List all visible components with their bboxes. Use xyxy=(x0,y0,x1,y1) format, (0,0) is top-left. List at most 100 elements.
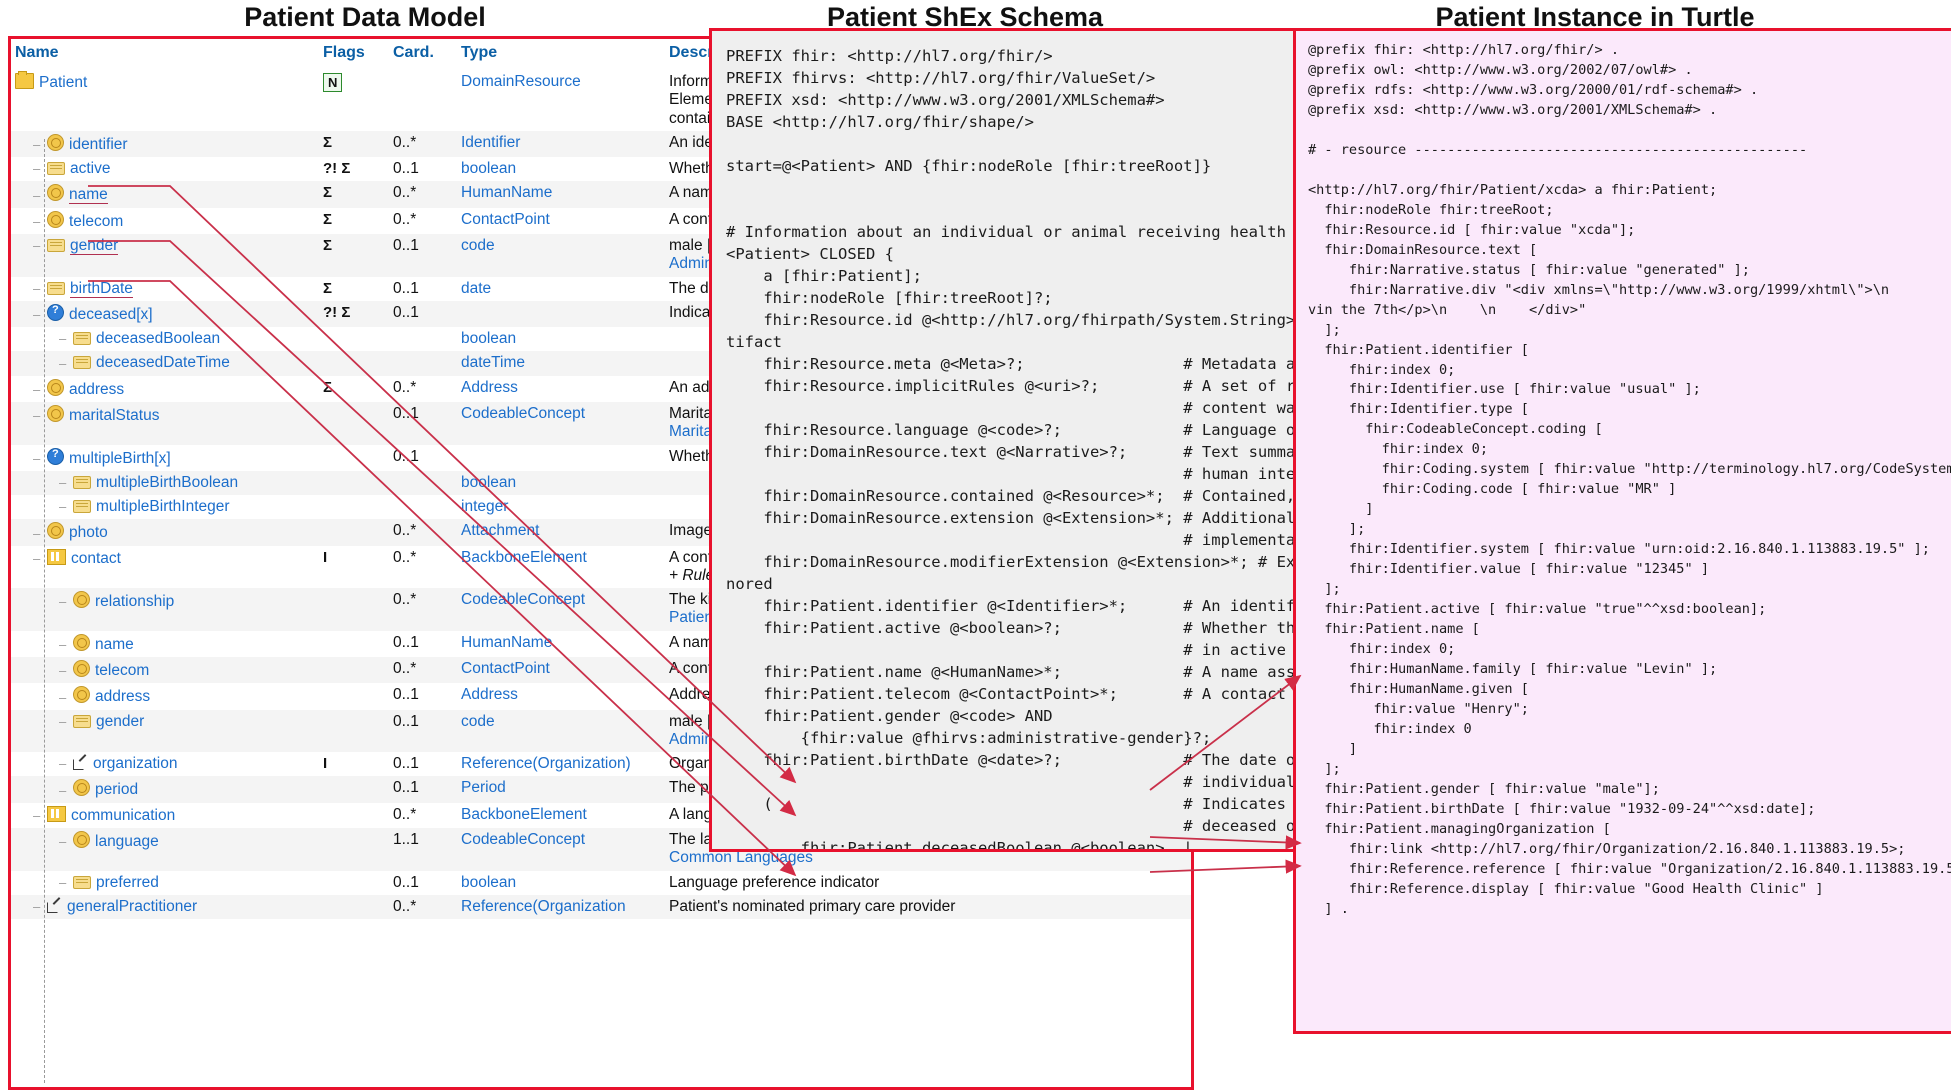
type-link[interactable]: Address xyxy=(461,379,518,396)
cell-cardinality: 0..* xyxy=(389,519,457,546)
type-link[interactable]: Attachment xyxy=(461,522,539,539)
type-link[interactable]: boolean xyxy=(461,160,516,177)
type-link[interactable]: DomainResource xyxy=(461,73,581,90)
cell-cardinality: 0..* xyxy=(389,545,457,589)
cell-cardinality: 0..* xyxy=(389,207,457,234)
tree-branch-tick: – xyxy=(59,663,67,679)
element-name-link[interactable]: telecom xyxy=(69,213,123,230)
type-link[interactable]: ContactPoint xyxy=(461,211,550,228)
type-link[interactable]: Identifier xyxy=(461,134,520,151)
cell-flags: I xyxy=(319,752,389,777)
element-name-link[interactable]: relationship xyxy=(95,593,174,610)
tree-rail xyxy=(44,139,46,1083)
element-name-link[interactable]: multipleBirthBoolean xyxy=(96,474,238,491)
cell-type: date xyxy=(457,276,665,301)
element-name-link[interactable]: gender xyxy=(96,713,144,730)
element-name-link[interactable]: address xyxy=(95,688,150,705)
type-link[interactable]: Reference(Organization) xyxy=(461,755,631,772)
tree-branch-tick: – xyxy=(59,475,67,491)
type-link[interactable]: Period xyxy=(461,779,506,796)
element-name-link[interactable]: maritalStatus xyxy=(69,407,159,424)
cell-cardinality: 0..* xyxy=(389,588,457,631)
cell-cardinality: 0..1 xyxy=(389,157,457,182)
type-link[interactable]: HumanName xyxy=(461,634,552,651)
cell-flags: Σ xyxy=(319,375,389,402)
cell-name: – gender xyxy=(11,233,319,277)
cell-cardinality: 0..1 xyxy=(389,233,457,277)
cell-type xyxy=(457,300,665,328)
element-name-link[interactable]: contact xyxy=(71,550,121,567)
cell-cardinality xyxy=(389,495,457,520)
type-link[interactable]: CodeableConcept xyxy=(461,591,585,608)
element-name-link[interactable]: gender xyxy=(70,236,119,255)
description-text: Language preference indicator xyxy=(669,873,880,891)
cell-name: – organization xyxy=(11,752,319,777)
element-name-link[interactable]: identifier xyxy=(69,136,128,153)
type-link[interactable]: date xyxy=(461,280,491,297)
type-link[interactable]: CodeableConcept xyxy=(461,831,585,848)
cell-type: Identifier xyxy=(457,130,665,158)
element-name-link[interactable]: deceasedBoolean xyxy=(96,330,220,347)
cell-flags: I xyxy=(319,545,389,589)
column-header-type: Type xyxy=(461,44,498,61)
type-link[interactable]: CodeableConcept xyxy=(461,405,585,422)
cell-name: – deceasedBoolean xyxy=(11,327,319,352)
element-name-link[interactable]: Patient xyxy=(39,74,87,91)
type-link[interactable]: boolean xyxy=(461,874,516,891)
type-link[interactable]: BackboneElement xyxy=(461,806,587,823)
element-name-link[interactable]: photo xyxy=(69,524,108,541)
element-name-link[interactable]: generalPractitioner xyxy=(67,898,197,915)
element-name-link[interactable]: period xyxy=(95,781,138,798)
cell-type: CodeableConcept xyxy=(457,828,665,871)
type-link[interactable]: BackboneElement xyxy=(461,549,587,566)
cell-cardinality: 0..1 xyxy=(389,752,457,777)
element-name-link[interactable]: active xyxy=(70,160,111,177)
cell-flags xyxy=(319,709,389,753)
element-name-link[interactable]: organization xyxy=(93,755,177,772)
element-name-link[interactable]: multipleBirthInteger xyxy=(96,498,230,515)
cell-name: – maritalStatus xyxy=(11,401,319,445)
type-link[interactable]: code xyxy=(461,713,495,730)
shex-code-block: PREFIX fhir: <http://hl7.org/fhir/> PREF… xyxy=(726,47,1324,852)
cell-flags xyxy=(319,495,389,520)
cell-name: – birthDate xyxy=(11,276,319,301)
tree-branch-tick: – xyxy=(59,689,67,705)
tree-branch-tick: – xyxy=(59,355,67,371)
element-name-link[interactable]: name xyxy=(95,636,134,653)
type-link[interactable]: boolean xyxy=(461,474,516,491)
element-name-link[interactable]: deceased[x] xyxy=(69,306,153,323)
backbone-icon xyxy=(47,805,66,822)
type-link[interactable]: HumanName xyxy=(461,184,552,201)
cell-flags xyxy=(319,657,389,684)
tree-branch-tick: – xyxy=(59,782,67,798)
element-name-link[interactable]: preferred xyxy=(96,874,159,891)
type-link[interactable]: Reference(Organization xyxy=(461,898,626,915)
cell-flags xyxy=(319,401,389,445)
cell-cardinality xyxy=(389,327,457,352)
cell-cardinality: 0..1 xyxy=(389,776,457,803)
cell-name: – telecom xyxy=(11,657,319,684)
type-link[interactable]: integer xyxy=(461,498,508,515)
type-link[interactable]: boolean xyxy=(461,330,516,347)
element-name-link[interactable]: language xyxy=(95,833,159,850)
cell-name: – identifier xyxy=(11,130,319,158)
cell-flags xyxy=(319,683,389,710)
type-link[interactable]: dateTime xyxy=(461,354,525,371)
element-name-link[interactable]: telecom xyxy=(95,662,149,679)
type-link[interactable]: code xyxy=(461,237,495,254)
type-link[interactable]: ContactPoint xyxy=(461,660,550,677)
element-name-link[interactable]: communication xyxy=(71,807,175,824)
element-name-link[interactable]: name xyxy=(69,186,108,205)
description-text: Patient's nominated primary care provide… xyxy=(669,897,956,915)
element-name-link[interactable]: multipleBirth[x] xyxy=(69,450,171,467)
turtle-code-block: @prefix fhir: <http://hl7.org/fhir/> . @… xyxy=(1308,42,1951,917)
datatype-icon xyxy=(47,522,64,540)
choice-icon xyxy=(47,303,64,321)
element-name-link[interactable]: address xyxy=(69,381,124,398)
primitive-icon xyxy=(73,875,91,889)
type-link[interactable]: Address xyxy=(461,686,518,703)
element-name-link[interactable]: deceasedDateTime xyxy=(96,354,230,371)
resource-icon xyxy=(15,71,34,89)
shex-schema-panel: PREFIX fhir: <http://hl7.org/fhir/> PREF… xyxy=(709,28,1325,852)
element-name-link[interactable]: birthDate xyxy=(70,279,133,298)
